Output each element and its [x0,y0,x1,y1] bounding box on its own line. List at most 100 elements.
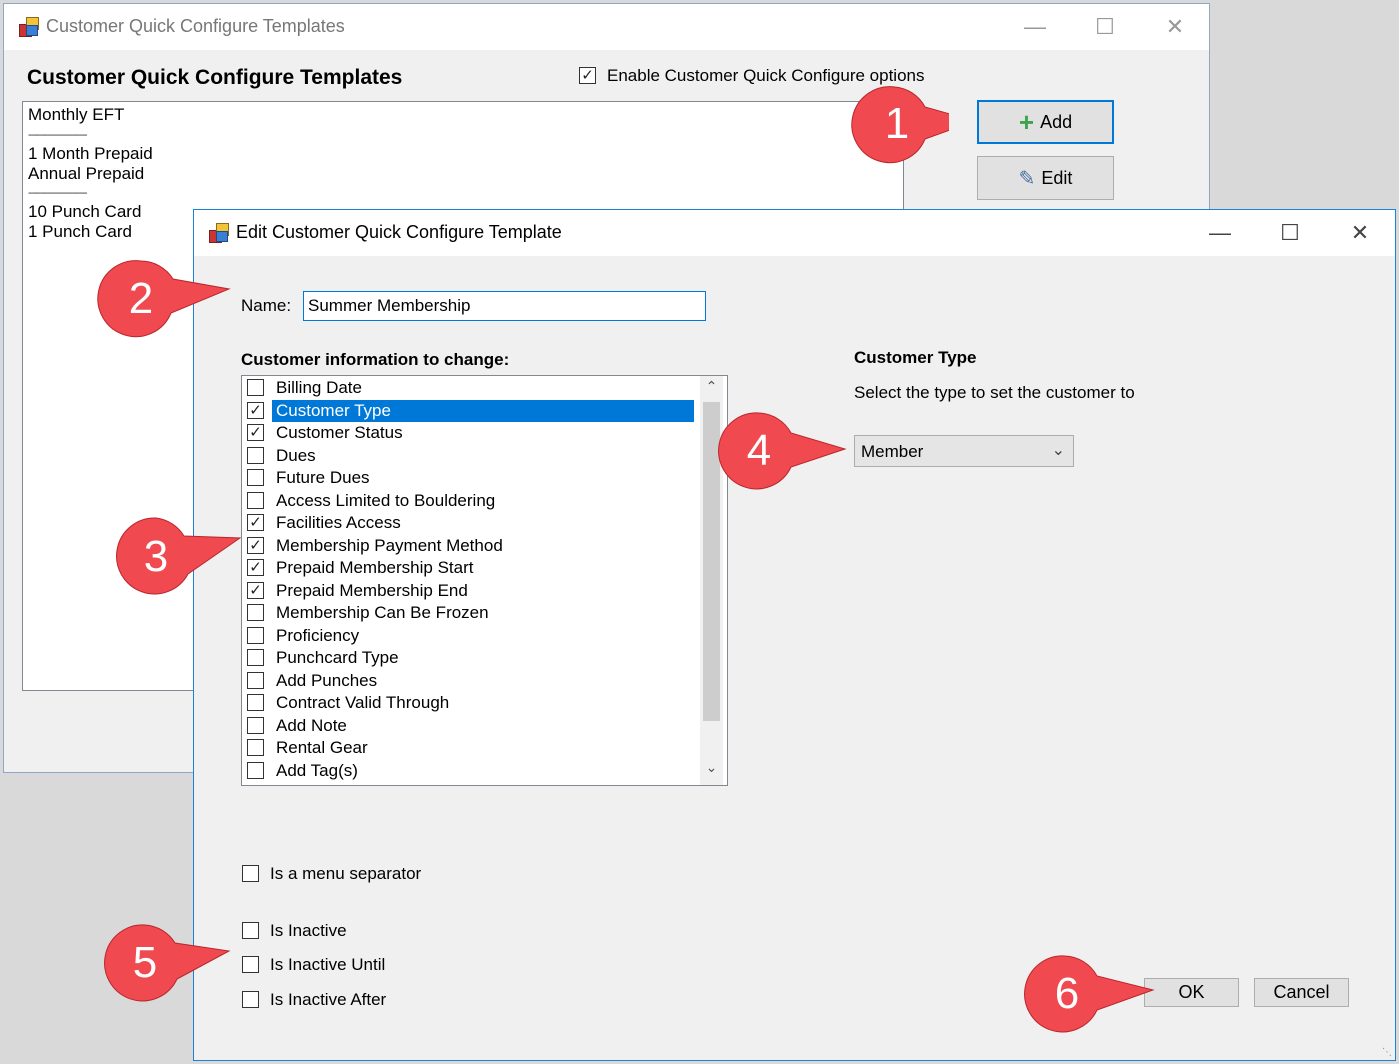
add-button[interactable]: + Add [977,100,1114,144]
item-checkbox[interactable] [247,671,264,689]
callout-4: 4 [707,405,867,495]
callout-1: 1 [845,79,949,169]
minimize-icon[interactable]: — [1017,12,1053,42]
edit-button-label: Edit [1041,167,1073,188]
item-checkbox[interactable] [247,626,264,644]
item-label: Proficiency [276,625,360,645]
list-item[interactable]: Rental Gear [244,737,699,759]
item-label: Customer Type [272,399,694,422]
customer-info-checklist[interactable]: Billing Date ✓ Customer Type ✓ Customer Stat… [241,375,728,786]
item-checkbox[interactable]: ✓ [247,401,264,419]
item-label: Add Tag(s) [276,760,358,780]
menu-separator-label: Is a menu separator [270,864,422,883]
item-label: Membership Payment Method [276,535,503,555]
list-item[interactable]: 1 Punch Card [28,222,132,242]
dialog-titlebar: Edit Customer Quick Configure Template —… [194,210,1395,256]
list-item[interactable]: Contract Valid Through [244,692,699,714]
item-checkbox[interactable] [247,446,264,464]
resize-grip-icon[interactable]: ⋱ [1382,1047,1392,1058]
list-item[interactable]: Billing Date [244,377,699,399]
list-item[interactable]: Monthly EFT [28,105,124,125]
plus-icon: + [1018,107,1035,137]
minimize-icon[interactable]: — [1202,218,1238,248]
item-label: Prepaid Membership Start [276,558,474,577]
list-item[interactable]: Add Tag(s) [244,760,699,782]
list-item[interactable]: Membership Can Be Frozen [244,602,699,624]
item-label: Billing Date [276,378,362,397]
add-button-label: Add [1040,111,1073,132]
item-label: Punchcard Type [276,648,399,667]
item-checkbox[interactable] [247,694,264,711]
callout-number: 6 [1054,969,1080,1018]
list-item[interactable]: Access Limited to Bouldering [244,490,699,512]
item-checkbox[interactable] [247,491,264,509]
item-checkbox[interactable] [247,739,264,756]
customer-type-description: Select the type to set the customer to [854,383,1135,402]
item-label: Future Dues [276,468,370,487]
edit-dialog: Edit Customer Quick Configure Template —… [193,209,1396,1061]
app-icon [209,223,229,243]
item-checkbox[interactable] [247,761,264,779]
callout-number: 2 [128,274,154,323]
inactive-after-label: Is Inactive After [270,990,387,1009]
list-separator: ---------------------- [28,187,88,199]
list-item[interactable]: Dues [244,445,699,467]
callout-3: 3 [104,512,264,602]
maximize-icon[interactable]: ☐ [1087,12,1123,42]
item-label: Facilities Access [276,513,401,532]
customer-type-value: Member [861,442,924,461]
list-item[interactable]: ✓ Customer Status [244,422,699,444]
item-label: Dues [276,445,316,465]
list-item[interactable]: ✓ Membership Payment Method [244,535,699,557]
edit-icon: ✎ [1018,167,1036,190]
dialog-title: Edit Customer Quick Configure Template [236,222,562,242]
chevron-down-icon: ⌄ [1051,442,1065,459]
list-item[interactable]: ✓ Customer Type [244,399,699,422]
list-item[interactable]: ✓ Facilities Access [244,512,699,534]
item-label: Add Note [276,715,347,735]
list-separator: ---------------------- [28,129,88,141]
chevron-down-icon[interactable]: ⌄ [700,759,723,776]
item-label: Customer Status [276,423,403,442]
menu-separator-checkbox[interactable] [242,865,259,882]
customer-type-select[interactable]: Member ⌄ [854,435,1074,467]
item-checkbox[interactable] [247,716,264,734]
callout-2: 2 [89,253,249,343]
close-icon[interactable]: ✕ [1342,218,1378,248]
item-label: Contract Valid Through [276,693,450,712]
maximize-icon[interactable]: ☐ [1272,218,1308,248]
callout-number: 4 [746,426,772,475]
callout-5: 5 [93,917,253,1007]
list-item[interactable]: Add Punches [244,670,699,692]
callout-number: 5 [132,938,158,987]
close-icon[interactable]: ✕ [1157,12,1193,42]
list-item[interactable]: ✓ Prepaid Membership Start [244,557,699,579]
item-label: Access Limited to Bouldering [276,490,496,510]
info-heading: Customer information to change: [241,350,510,369]
list-item[interactable]: Punchcard Type [244,647,699,669]
list-item[interactable]: 10 Punch Card [28,202,141,222]
list-item[interactable]: ✓ Prepaid Membership End [244,580,699,602]
list-item[interactable]: Add Note [244,715,699,737]
callout-number: 3 [143,532,169,581]
list-item[interactable]: 1 Month Prepaid [28,144,153,164]
list-item[interactable]: Proficiency [244,625,699,647]
item-checkbox[interactable] [247,604,264,621]
callout-6: 6 [1013,948,1173,1038]
item-checkbox[interactable] [247,379,264,396]
enable-quick-configure-checkbox[interactable]: ✓ [579,67,596,84]
item-checkbox[interactable]: ✓ [247,424,264,441]
name-input[interactable]: Summer Membership [303,291,706,321]
inactive-until-label: Is Inactive Until [270,955,386,974]
main-window-title: Customer Quick Configure Templates [46,16,345,36]
item-checkbox[interactable] [247,469,264,486]
cancel-button[interactable]: Cancel [1254,978,1349,1007]
edit-button[interactable]: ✎ Edit [977,156,1114,200]
name-input-value: Summer Membership [308,296,471,315]
list-item[interactable]: Future Dues [244,467,699,489]
item-checkbox[interactable] [247,649,264,666]
item-label: Rental Gear [276,738,368,757]
chevron-up-icon[interactable]: ⌃ [700,378,723,395]
list-item[interactable]: Annual Prepaid [28,164,144,184]
main-titlebar: Customer Quick Configure Templates — ☐ ✕ [4,4,1209,50]
